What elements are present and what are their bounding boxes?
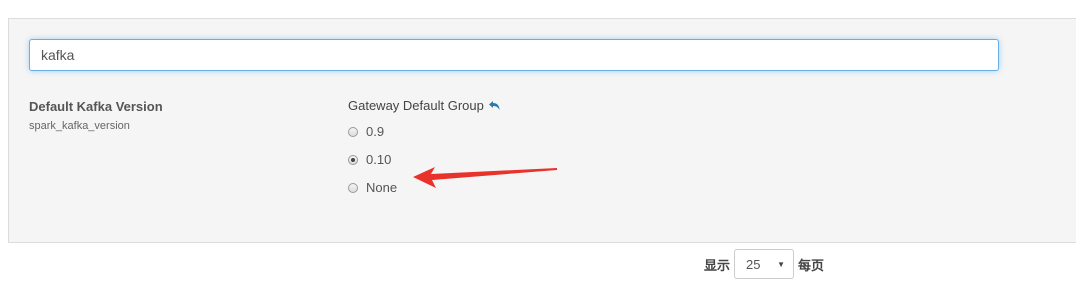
search-input[interactable] xyxy=(29,39,999,71)
group-header: Gateway Default Group xyxy=(348,98,502,113)
per-page-value: 25 xyxy=(746,256,761,272)
radio-option-none[interactable]: None xyxy=(348,180,397,195)
pagination: 显示 25 ▼ 每页 xyxy=(704,249,824,279)
show-label: 显示 xyxy=(704,257,731,273)
setting-label: Default Kafka Version xyxy=(29,99,163,114)
radio-button-selected[interactable] xyxy=(348,154,358,165)
radio-button[interactable] xyxy=(348,126,358,137)
radio-label: 0.9 xyxy=(366,124,385,139)
radio-label: 0.10 xyxy=(366,152,392,167)
setting-key: spark_kafka_version xyxy=(29,120,130,132)
radio-label: None xyxy=(366,180,398,195)
radio-option-0-9[interactable]: 0.9 xyxy=(348,124,384,139)
per-page-suffix: 每页 xyxy=(798,257,825,273)
red-arrow-annotation xyxy=(413,167,557,188)
caret-down-icon: ▼ xyxy=(777,259,786,269)
radio-option-0-10[interactable]: 0.10 xyxy=(348,152,391,167)
settings-panel: Default Kafka Version spark_kafka_versio… xyxy=(8,18,1076,243)
radio-button[interactable] xyxy=(348,182,358,193)
undo-arrow-icon[interactable] xyxy=(488,99,502,113)
per-page-select[interactable]: 25 ▼ xyxy=(734,249,795,279)
group-header-label: Gateway Default Group xyxy=(348,98,484,113)
